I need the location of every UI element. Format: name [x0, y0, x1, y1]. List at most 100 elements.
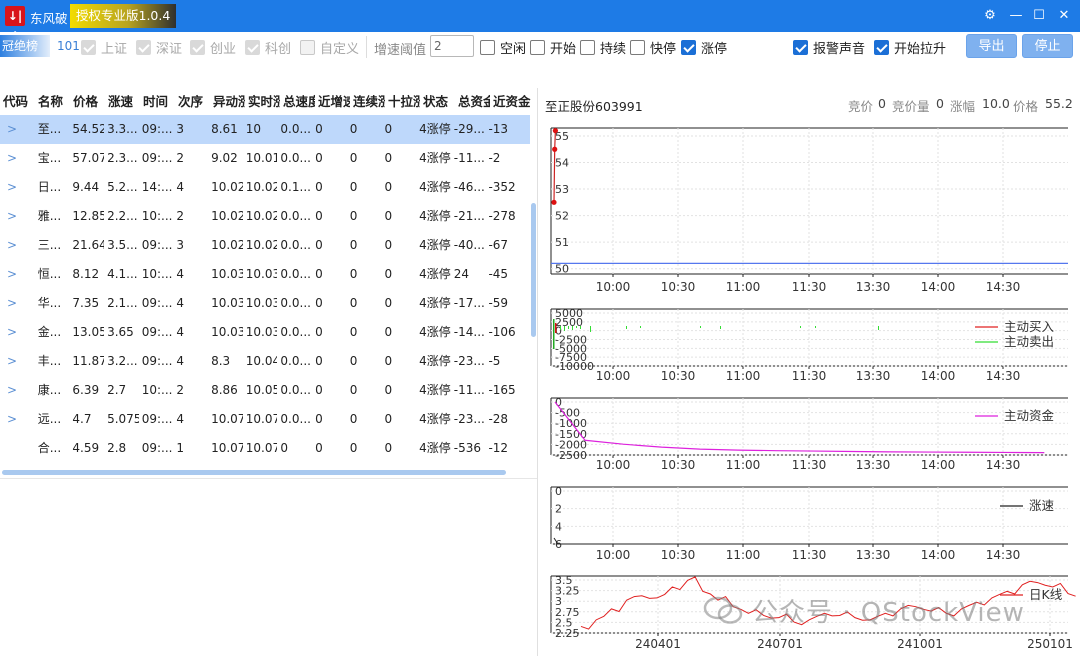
table-vertical-scrollbar[interactable]: [531, 203, 536, 337]
row-expander-chevron-icon[interactable]: >: [0, 173, 35, 202]
checkbox-label: 涨停: [701, 41, 728, 57]
row-expander-chevron-icon[interactable]: >: [0, 376, 35, 405]
row-expander-chevron-icon[interactable]: >: [0, 231, 35, 260]
checkbox-icon: [681, 39, 696, 55]
table-row[interactable]: > 华... 7.35 2.1... 09:... 4 10.03 10.03 0.0... 0 0…: [0, 289, 530, 318]
row-expander-chevron-icon[interactable]: >: [0, 115, 35, 144]
checkbox-label: 上证: [101, 41, 128, 57]
row-expander-chevron-icon[interactable]: >: [0, 202, 35, 231]
table-cell: 3.65: [107, 325, 134, 339]
alert-sound-checkbox[interactable]: 报警声音: [793, 39, 865, 57]
column-header[interactable]: 总速度: [280, 88, 315, 115]
column-header[interactable]: 名称: [35, 88, 70, 115]
checkbox-icon: [190, 39, 205, 55]
table-row[interactable]: > 金... 13.05 3.65 09:... 4 10.03 10.03 0.0... 0 0 0…: [0, 318, 530, 347]
y-tick-label: 3.25: [555, 585, 580, 598]
row-expander-chevron-icon[interactable]: >: [0, 405, 35, 434]
table-cell: 0: [315, 325, 323, 339]
market-checkbox-chinext[interactable]: 创业: [190, 39, 236, 57]
column-header[interactable]: 近增速: [315, 88, 350, 115]
threshold-input[interactable]: 2: [430, 35, 474, 57]
start-lift-checkbox[interactable]: 开始拉升: [874, 39, 946, 57]
column-header[interactable]: 连续涨: [350, 88, 385, 115]
state-checkbox-limit-up[interactable]: 涨停: [681, 39, 728, 57]
table-row[interactable]: > 恒... 8.12 4.1... 10:... 4 10.03 10.03 0.0... 0 0…: [0, 260, 530, 289]
table-cell: 2: [176, 209, 185, 223]
wechat-icon: [703, 596, 743, 624]
x-tick-label: 11:30: [792, 369, 827, 383]
table-row[interactable]: > 三... 21.64 3.5... 09:... 3 10.02 10.02 0.0... 0…: [0, 231, 530, 260]
column-header[interactable]: 时间: [140, 88, 175, 115]
column-header[interactable]: 涨速: [105, 88, 140, 115]
row-expander-chevron-icon[interactable]: >: [0, 318, 35, 347]
table-cell: 4: [176, 325, 185, 339]
column-header[interactable]: 状态: [420, 88, 455, 115]
x-tick-label: 10:30: [661, 280, 696, 294]
table-horizontal-scrollbar[interactable]: [2, 470, 506, 475]
table-cell: 10.03: [245, 296, 278, 310]
table-row[interactable]: > 丰... 11.87 3.2... 09:... 4 8.3 10.04 0.0... 0 0 0…: [0, 347, 530, 376]
checkbox-icon: [630, 39, 645, 55]
table-row[interactable]: > 雅... 12.85 2.2... 10:... 2 10.02 10.02 0.0... 0…: [0, 202, 530, 231]
state-checkbox-idle[interactable]: 空闲: [480, 39, 526, 57]
table-row[interactable]: >合...4.592.809:...110.0710.0700004涨停-536…: [0, 434, 530, 463]
checkbox-icon: [580, 39, 595, 55]
y-tick-label: 53: [555, 183, 569, 196]
y-tick-label: 5000: [555, 307, 583, 320]
market-checkbox-star[interactable]: 科创: [245, 39, 291, 57]
market-checkbox-shanghai[interactable]: 上证: [81, 39, 128, 57]
table-cell: 雅...: [37, 209, 62, 223]
column-header[interactable]: 次序: [175, 88, 210, 115]
stop-button[interactable]: 停止: [1022, 34, 1073, 58]
table-row[interactable]: > 至... 54.52 3.3... 09:... 3 8.61 10 0.0... 0 0 0 4涨…: [0, 115, 530, 144]
table-cell: 0: [349, 267, 358, 281]
export-button[interactable]: 导出: [966, 34, 1017, 58]
column-header[interactable]: 近资金: [490, 88, 535, 115]
watermark: 公众号 · QStockView: [752, 598, 1025, 628]
column-header[interactable]: 十拉涨: [385, 88, 420, 115]
state-checkbox-fast-stop[interactable]: 快停: [630, 39, 676, 57]
table-cell: 4: [176, 354, 185, 368]
state-checkbox-continue[interactable]: 持续: [580, 39, 626, 57]
maximize-button[interactable]: ☐: [1030, 7, 1048, 25]
row-expander-chevron-icon[interactable]: >: [0, 347, 35, 376]
column-header[interactable]: 异动涨: [210, 88, 245, 115]
x-tick-label: 14:30: [986, 280, 1021, 294]
table-row[interactable]: > 康... 6.39 2.7 10:... 2 8.86 10.05 0.0... 0 0 0 4涨停…: [0, 376, 530, 405]
x-tick-label: 11:00: [726, 548, 761, 562]
table-cell: 0: [349, 151, 358, 165]
legend-kline-label: 日K线: [1029, 587, 1063, 602]
minimize-button[interactable]: —: [1007, 7, 1025, 25]
table-cell: 09:...: [141, 122, 173, 136]
row-expander-chevron-icon[interactable]: >: [0, 260, 35, 289]
table-cell: 0.0...: [280, 412, 311, 426]
column-header[interactable]: 价格: [70, 88, 105, 115]
close-button[interactable]: ✕: [1055, 7, 1073, 25]
settings-gear-icon[interactable]: ⚙: [981, 7, 999, 25]
table-cell: 8.61: [211, 122, 238, 136]
table-cell: -14...: [453, 325, 485, 339]
x-tick-label: 10:00: [596, 458, 631, 472]
market-checkbox-custom[interactable]: 自定义: [300, 39, 359, 57]
table-cell: 0: [315, 296, 323, 310]
table-cell: 0: [315, 383, 323, 397]
table-cell: 54.52: [72, 122, 105, 136]
market-checkbox-shenzhen[interactable]: 深证: [136, 39, 182, 57]
column-header[interactable]: 总资金: [455, 88, 490, 115]
table-cell: 4: [176, 267, 185, 281]
row-expander-chevron-icon[interactable]: >: [0, 144, 35, 173]
table-cell: 0: [315, 238, 323, 252]
table-cell: 0: [384, 354, 393, 368]
panel-divider[interactable]: [537, 88, 538, 656]
price-point: [551, 199, 557, 205]
column-header[interactable]: 代码: [0, 88, 35, 115]
column-header[interactable]: 实时涨: [245, 88, 280, 115]
table-cell: 24: [453, 267, 470, 281]
x-tick-label: 240701: [757, 637, 803, 651]
table-row[interactable]: > 远... 4.7 5.075 09:... 4 10.07 10.07 0.0... 0 0 0 4…: [0, 405, 530, 434]
state-checkbox-start[interactable]: 开始: [530, 39, 576, 57]
table-row[interactable]: > 日... 9.44 5.2... 14:... 4 10.02 10.02 0.1... 0 0…: [0, 173, 530, 202]
row-expander-chevron-icon[interactable]: >: [0, 289, 35, 318]
champion-list-tag[interactable]: 冠绝榜: [0, 35, 50, 57]
table-row[interactable]: > 宝... 57.07 2.3... 09:... 2 9.02 10.01 0.0... 0 0…: [0, 144, 530, 173]
